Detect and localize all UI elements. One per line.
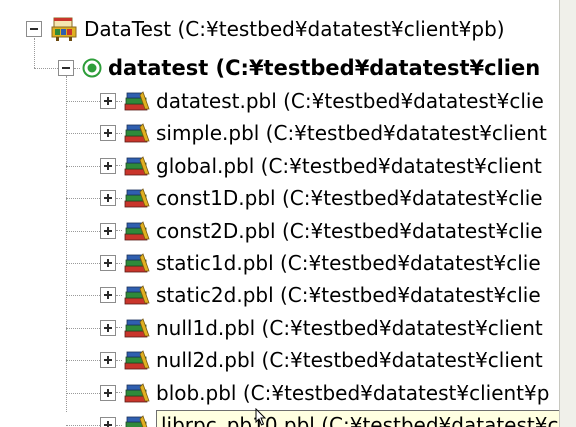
expand-toggle[interactable] [100,157,116,174]
tree-connector [74,67,80,69]
tree-connector [116,262,122,264]
library-label: global.pbl (C:¥testbed¥datatest¥client [156,153,542,178]
tree-connector [66,76,67,412]
pbl-library-icon [124,284,150,306]
collapse-toggle[interactable] [58,60,74,76]
tree-connector [66,101,100,102]
tree-connector [116,197,122,199]
pbl-library-icon [124,382,150,404]
tree-connector [34,38,35,68]
tree-connector [66,360,100,362]
library-label: null1d.pbl (C:¥testbed¥datatest¥client [156,315,543,340]
vertical-scrollbar[interactable] [559,0,576,427]
expand-toggle[interactable] [100,222,116,239]
library-label: datatest.pbl (C:¥testbed¥datatest¥clie [156,89,544,113]
expand-toggle[interactable] [100,93,116,109]
library-label: const1D.pbl (C:¥testbed¥datatest¥clie [156,186,543,211]
library-label: static2d.pbl (C:¥testbed¥datatest¥clie [156,283,541,308]
tree-connector [34,68,58,69]
tree-item-workspace[interactable]: DataTest (C:¥testbed¥datatest¥client¥pb) [26,10,505,48]
tree-connector [66,327,100,329]
pbl-library-icon [124,349,150,371]
tree-connector [116,294,122,296]
tree-connector [66,230,100,232]
expand-toggle[interactable] [100,287,116,304]
expand-toggle[interactable] [100,384,116,401]
expand-toggle[interactable] [100,190,116,207]
tree-item-library[interactable]: librpc_pb10.pbl (C:¥testbed¥datatest¥cli… [100,406,576,427]
expand-toggle[interactable] [100,125,116,142]
tree-connector [66,295,100,297]
pbl-library-icon [124,220,150,242]
library-label-tooltip: librpc_pb10.pbl (C:¥testbed¥datatest¥cli… [156,410,576,427]
target-radio-icon [82,58,102,78]
tree-connector [66,425,100,426]
library-label: static1d.pbl (C:¥testbed¥datatest¥clie [156,251,541,275]
tree-connector [66,392,100,394]
expand-toggle[interactable] [100,352,116,369]
workspace-icon [50,16,78,42]
tree-connector [66,198,100,200]
workspace-label: DataTest (C:¥testbed¥datatest¥client¥pb) [84,17,505,41]
library-tree-view[interactable]: DataTest (C:¥testbed¥datatest¥client¥pb)… [0,0,576,427]
tree-connector [116,230,122,232]
pbl-library-icon [124,252,150,274]
expand-toggle[interactable] [100,417,116,427]
tree-connector [116,424,122,426]
pbl-library-icon [124,414,150,427]
tree-connector [66,133,100,135]
library-label: const2D.pbl (C:¥testbed¥datatest¥clie [156,218,543,243]
tree-connector [116,165,122,167]
library-label: blob.pbl (C:¥testbed¥datatest¥client¥p [156,380,550,405]
tree-connector [116,392,122,394]
tree-connector [116,132,122,134]
expand-toggle[interactable] [100,255,116,271]
library-label: null2d.pbl (C:¥testbed¥datatest¥client [156,348,543,373]
tree-connector [66,165,100,167]
pbl-library-icon [124,90,150,112]
library-label: simple.pbl (C:¥testbed¥datatest¥client [156,121,547,146]
mouse-cursor-icon [255,408,267,426]
pbl-library-icon [124,155,150,177]
pbl-library-icon [124,187,150,209]
tree-connector [66,263,100,264]
pbl-library-icon [124,317,150,339]
expand-toggle[interactable] [100,319,116,336]
tree-connector [116,100,122,102]
tree-connector [116,359,122,361]
collapse-toggle[interactable] [26,21,42,37]
tree-connector [116,327,122,329]
pbl-library-icon [124,122,150,144]
target-label: datatest (C:¥testbed¥datatest¥clien [108,56,541,80]
